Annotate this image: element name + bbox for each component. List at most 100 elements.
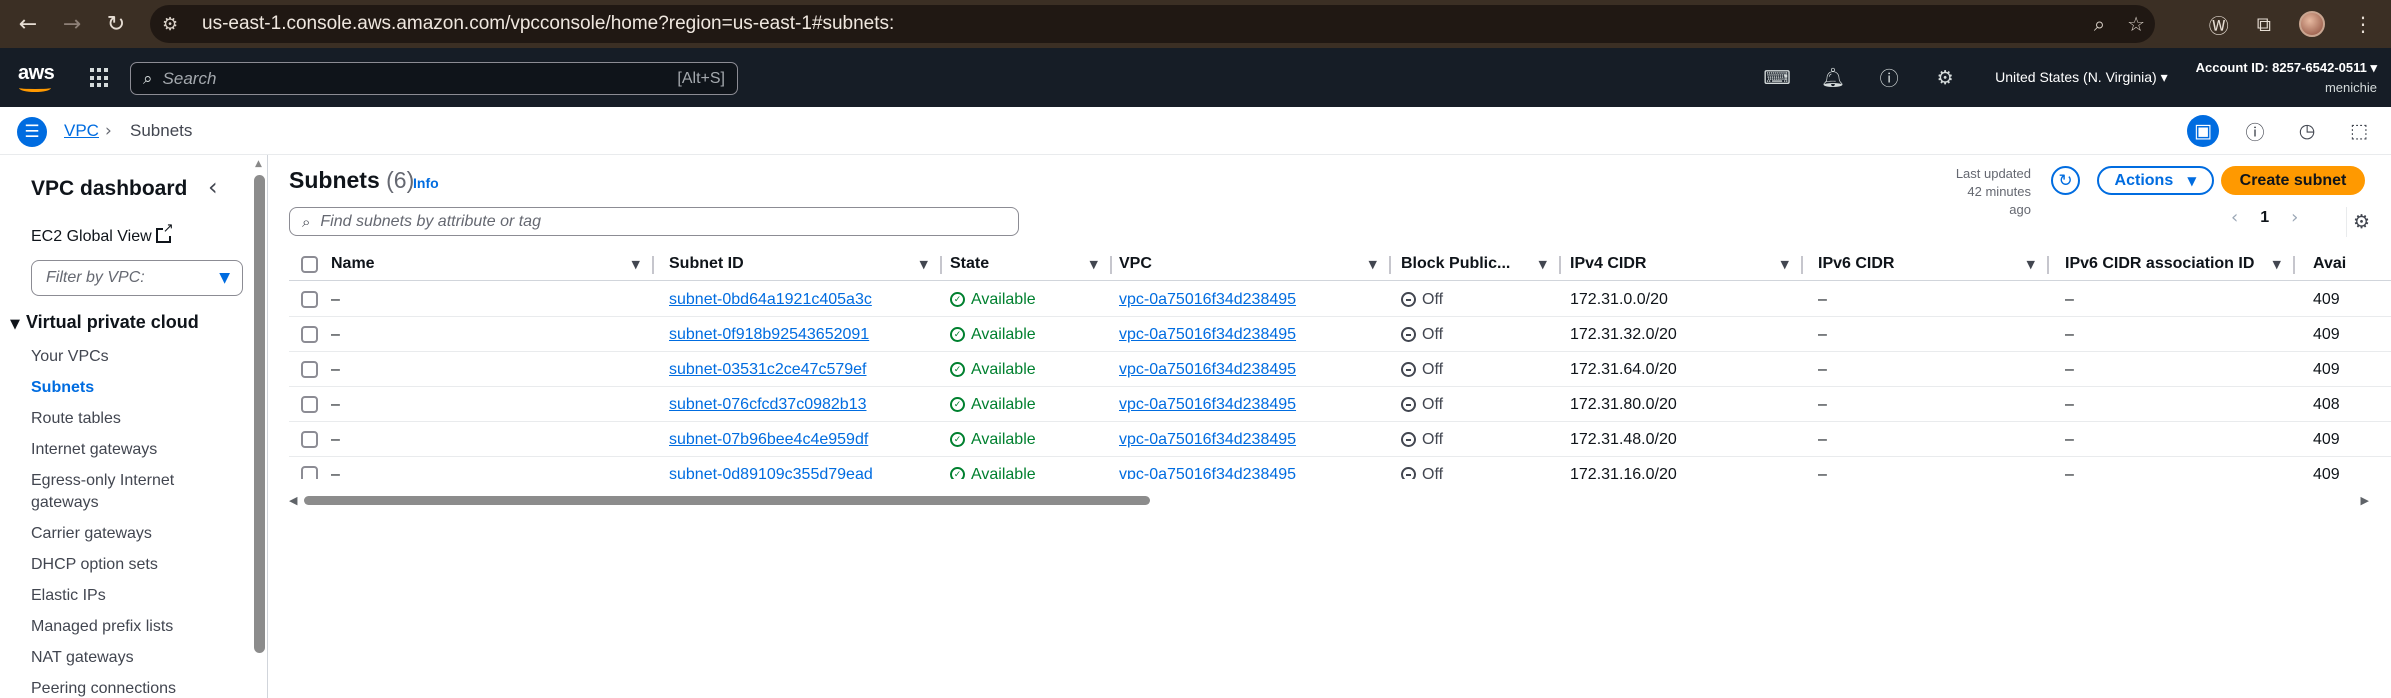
scroll-up-arrow-icon[interactable]: ▲ — [255, 159, 262, 169]
sidebar-title[interactable]: VPC dashboard — [31, 177, 187, 201]
sidebar-item-internet-gateways[interactable]: Internet gateways — [31, 439, 157, 461]
notifications-bell-icon[interactable]: 🔔︎ — [1805, 66, 1861, 89]
row-checkbox[interactable] — [301, 326, 318, 343]
table-row[interactable]: – subnet-0bd64a1921c405a3c ✓ Available vpc-0… — [289, 282, 2391, 317]
row-checkbox[interactable] — [301, 431, 318, 448]
column-divider[interactable] — [940, 256, 942, 274]
column-divider[interactable] — [652, 256, 654, 274]
profile-avatar[interactable] — [2299, 11, 2325, 37]
browser-menu-icon[interactable]: ⋮ — [2353, 12, 2373, 36]
refresh-button[interactable]: ↻ — [2051, 166, 2080, 195]
table-scroll-thumb[interactable] — [304, 496, 1150, 505]
cell-subnet-id-link[interactable]: subnet-0bd64a1921c405a3c — [669, 282, 872, 317]
cell-subnet-id-link[interactable]: subnet-0f918b92543652091 — [669, 317, 869, 352]
sidebar-item-nat-gateways[interactable]: NAT gateways — [31, 647, 134, 669]
find-subnets-input[interactable]: ⌕ Find subnets by attribute or tag — [289, 207, 1019, 236]
page-number[interactable]: 1 — [2260, 209, 2269, 227]
column-divider[interactable] — [2293, 256, 2295, 274]
site-info-icon[interactable]: ⚙ — [162, 14, 196, 35]
cell-vpc-link[interactable]: vpc-0a75016f34d238495 — [1119, 457, 1296, 480]
extensions-puzzle-icon[interactable]: ⧉ — [2257, 12, 2271, 36]
cell-subnet-id-link[interactable]: subnet-076cfcd37c0982b13 — [669, 387, 867, 422]
bookmark-star-icon[interactable]: ☆ — [2127, 12, 2145, 36]
global-search-input[interactable]: ⌕ Search [Alt+S] — [130, 62, 738, 95]
forward-icon[interactable]: → — [52, 4, 92, 44]
sidebar-item-your-vpcs[interactable]: Your VPCs — [31, 346, 109, 368]
sidebar-item-egress-only-internet-gateways[interactable]: Egress-only Internet gateways — [31, 470, 201, 514]
services-grid-icon[interactable] — [90, 68, 110, 88]
scroll-left-arrow-icon[interactable]: ◀ — [289, 494, 297, 507]
column-ipv6-cidr[interactable]: IPv6 CIDR ▼ — [1818, 247, 2049, 281]
column-block-public-access[interactable]: Block Public... ▼ — [1401, 247, 1561, 281]
table-horizontal-scrollbar[interactable]: ◀ ▶ — [289, 494, 2369, 508]
extension-w-icon[interactable]: Ⓦ — [2209, 10, 2229, 39]
column-divider[interactable] — [1559, 256, 1561, 274]
back-icon[interactable]: ← — [8, 4, 48, 44]
row-checkbox[interactable] — [301, 291, 318, 308]
sidebar-item-elastic-ips[interactable]: Elastic IPs — [31, 585, 106, 607]
select-all-checkbox[interactable] — [301, 255, 318, 273]
zoom-icon[interactable]: ⌕ — [2094, 12, 2105, 36]
column-divider[interactable] — [1801, 256, 1803, 274]
cell-vpc-link[interactable]: vpc-0a75016f34d238495 — [1119, 352, 1296, 387]
collapse-sidebar-icon[interactable]: ‹ — [208, 173, 218, 201]
side-nav-toggle-icon[interactable]: ☰ — [17, 117, 47, 147]
sidebar-scroll-thumb[interactable] — [254, 175, 265, 653]
row-checkbox[interactable] — [301, 396, 318, 413]
column-vpc[interactable]: VPC ▼ — [1119, 247, 1391, 281]
column-divider[interactable] — [1110, 256, 1112, 274]
help-icon[interactable]: ⓘ — [1861, 64, 1917, 91]
cell-vpc-link[interactable]: vpc-0a75016f34d238495 — [1119, 422, 1296, 457]
cell-vpc-link[interactable]: vpc-0a75016f34d238495 — [1119, 282, 1296, 317]
table-row[interactable]: – subnet-0d89109c355d79ead ✓ Available vpc-0… — [289, 457, 2391, 479]
sidebar-item-route-tables[interactable]: Route tables — [31, 408, 121, 430]
column-divider[interactable] — [1389, 256, 1391, 274]
sidebar-item-peering-connections[interactable]: Peering connections — [31, 678, 176, 698]
previous-page-icon[interactable]: ‹ — [2231, 207, 2238, 228]
address-bar[interactable]: ⚙ us-east-1.console.aws.amazon.com/vpcco… — [150, 5, 2155, 43]
table-row[interactable]: – subnet-076cfcd37c0982b13 ✓ Available vpc-0… — [289, 387, 2391, 422]
table-row[interactable]: – subnet-07b96bee4c4e959df ✓ Available vpc-0… — [289, 422, 2391, 457]
actions-button[interactable]: Actions ▼ — [2097, 166, 2214, 195]
filter-by-vpc-select[interactable]: Filter by VPC: ▼ — [31, 260, 243, 296]
history-icon[interactable]: ◷ — [2291, 115, 2323, 147]
column-ipv4-cidr[interactable]: IPv4 CIDR ▼ — [1570, 247, 1803, 281]
info-link[interactable]: Info — [413, 175, 439, 191]
table-row[interactable]: – subnet-0f918b92543652091 ✓ Available vpc-0… — [289, 317, 2391, 352]
create-subnet-button[interactable]: Create subnet — [2221, 166, 2365, 195]
column-divider[interactable] — [2047, 256, 2049, 274]
table-row[interactable]: – subnet-03531c2ce47c579ef ✓ Available vpc-0… — [289, 352, 2391, 387]
sidebar-item-dhcp-option-sets[interactable]: DHCP option sets — [31, 554, 158, 576]
sidebar-item-carrier-gateways[interactable]: Carrier gateways — [31, 523, 152, 545]
breadcrumb-vpc-link[interactable]: VPC — [64, 121, 99, 141]
aws-logo[interactable]: aws — [18, 62, 55, 92]
column-state[interactable]: State ▼ — [950, 247, 1112, 281]
column-subnet-id[interactable]: Subnet ID ▼ — [669, 247, 942, 281]
region-selector[interactable]: United States (N. Virginia) ▾ — [1995, 69, 2168, 86]
table-preferences-gear-icon[interactable]: ⚙ — [2346, 207, 2376, 237]
url-text[interactable]: us-east-1.console.aws.amazon.com/vpccons… — [202, 13, 894, 35]
column-ipv6-cidr-association-id[interactable]: IPv6 CIDR association ID ▼ — [2065, 247, 2295, 281]
cell-subnet-id-link[interactable]: subnet-03531c2ce47c579ef — [669, 352, 867, 387]
cell-subnet-id-link[interactable]: subnet-0d89109c355d79ead — [669, 457, 873, 480]
panel-layout-icon[interactable]: ▣ — [2187, 115, 2219, 147]
row-checkbox[interactable] — [301, 361, 318, 378]
sidebar-item-subnets[interactable]: Subnets — [31, 377, 94, 399]
section-virtual-private-cloud[interactable]: ▼ Virtual private cloud — [10, 312, 199, 333]
cell-vpc-link[interactable]: vpc-0a75016f34d238495 — [1119, 387, 1296, 422]
column-name[interactable]: Name ▼ — [331, 247, 654, 281]
row-checkbox[interactable] — [301, 466, 318, 479]
next-page-icon[interactable]: › — [2291, 207, 2298, 228]
cell-vpc-link[interactable]: vpc-0a75016f34d238495 — [1119, 317, 1296, 352]
ec2-global-view-link[interactable]: EC2 Global View — [31, 221, 174, 246]
scroll-right-arrow-icon[interactable]: ▶ — [2361, 494, 2369, 507]
settings-gear-icon[interactable]: ⚙ — [1917, 67, 1973, 89]
cloudshell-icon[interactable]: ⌨ — [1749, 67, 1805, 89]
info-panel-icon[interactable]: ⓘ — [2239, 115, 2271, 147]
cell-subnet-id-link[interactable]: subnet-07b96bee4c4e959df — [669, 422, 868, 457]
screen-feedback-icon[interactable]: ⬚ — [2343, 115, 2375, 147]
account-menu[interactable]: Account ID: 8257-6542-0511 ▾ menichie — [2196, 58, 2377, 98]
sidebar-item-managed-prefix-lists[interactable]: Managed prefix lists — [31, 616, 173, 638]
reload-icon[interactable]: ↻ — [96, 4, 136, 44]
column-available-ips[interactable]: Avai — [2313, 247, 2391, 281]
